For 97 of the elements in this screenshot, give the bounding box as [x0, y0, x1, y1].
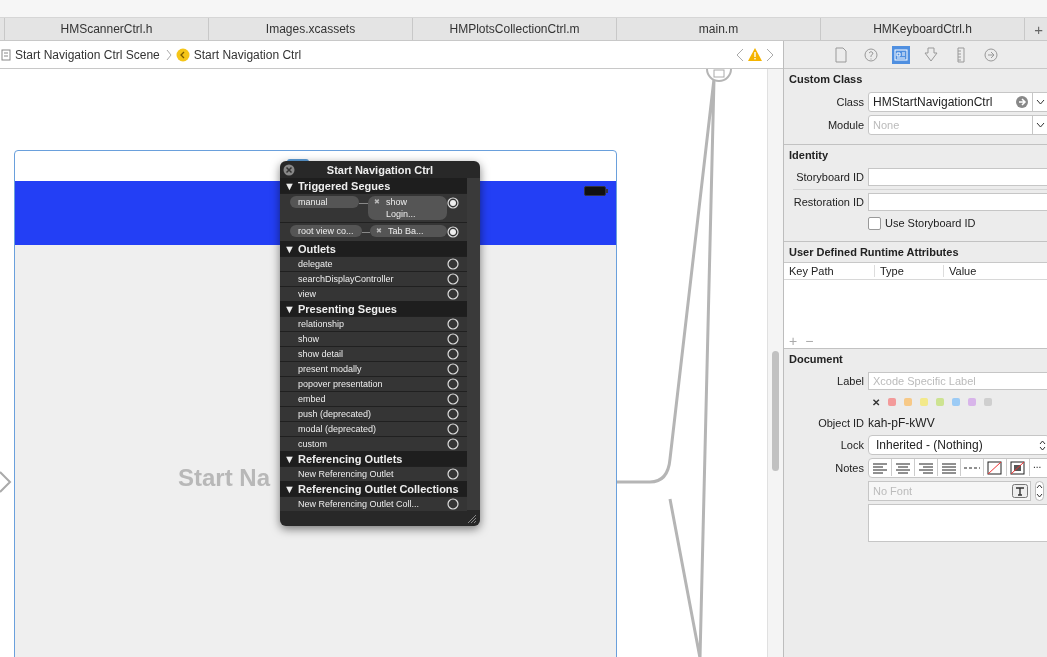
connection-circle[interactable] — [447, 378, 459, 390]
connection-name: view — [298, 289, 317, 299]
scrollbar-thumb[interactable] — [772, 351, 779, 471]
section-title: Document — [788, 353, 844, 367]
segue-source[interactable]: manual — [290, 196, 360, 208]
connection-circle[interactable] — [447, 468, 459, 480]
connection-circle[interactable] — [447, 273, 459, 285]
field-label: Object ID — [817, 417, 864, 429]
close-icon[interactable] — [283, 164, 295, 176]
dashed-line-icon[interactable] — [961, 459, 984, 476]
connection-name: New Referencing Outlet — [298, 469, 395, 479]
field-label: Storyboard ID — [795, 171, 864, 183]
connection-circle[interactable] — [447, 363, 459, 375]
connection-circle[interactable] — [447, 348, 459, 360]
section-title: Custom Class — [788, 73, 864, 87]
object-id-value: kah-pF-kWV — [868, 416, 935, 430]
field-label: Notes — [834, 462, 864, 474]
checkbox[interactable] — [868, 216, 881, 230]
connection-circle[interactable] — [447, 423, 459, 435]
field-label: Class — [835, 96, 864, 108]
section-header[interactable]: ▼ Presenting Segues — [280, 301, 467, 316]
clear-label-button[interactable]: ✕ — [872, 396, 880, 408]
popup-title: Start Navigation Ctrl — [326, 163, 434, 176]
connection-name: delegate — [298, 259, 334, 269]
connection-circle[interactable] — [447, 438, 459, 450]
field-label: Module — [826, 119, 864, 131]
field-label: Restoration ID — [792, 196, 864, 208]
dropdown-icon — [1035, 122, 1045, 128]
section-header[interactable]: ▼ Triggered Segues — [280, 178, 467, 193]
connection-name: embed — [298, 394, 327, 404]
file-tab[interactable]: HMPlotsCollectionCtrl.m — [413, 18, 617, 40]
connection-name: modal (deprecated) — [298, 424, 378, 434]
more-button[interactable]: ... — [1030, 459, 1047, 477]
connection-circle[interactable] — [447, 226, 459, 238]
connection-circle[interactable] — [447, 393, 459, 405]
column-header[interactable]: Value — [944, 265, 982, 277]
connection-circle[interactable] — [447, 288, 459, 300]
section-title: User Defined Runtime Attributes — [788, 246, 960, 260]
label-color-swatch[interactable] — [936, 398, 944, 406]
section-header[interactable]: ▼ Referencing Outlet Collections — [280, 481, 467, 496]
attributes-icon[interactable] — [921, 45, 940, 64]
stepper-arrows-icon — [1039, 439, 1046, 451]
next-issue-icon[interactable] — [766, 47, 774, 62]
label-color-swatch[interactable] — [920, 398, 928, 406]
file-tab[interactable]: main.m — [617, 18, 821, 40]
file-tab[interactable]: HMScannerCtrl.h — [5, 18, 209, 40]
dropdown-icon — [1035, 99, 1045, 105]
resize-grip-icon[interactable] — [468, 515, 476, 523]
connection-name: show — [298, 334, 320, 344]
connection-circle[interactable] — [447, 498, 459, 510]
no-color-icon[interactable] — [984, 459, 1007, 476]
connection-circle[interactable] — [447, 333, 459, 345]
breadcrumb-item[interactable]: Start Navigation Ctrl Scene — [15, 47, 160, 62]
label-field[interactable]: Xcode Specific Label — [868, 372, 1047, 390]
segue-source[interactable]: root view co... — [290, 225, 362, 237]
field-label: Lock — [839, 439, 864, 451]
section-title: Identity — [788, 149, 830, 163]
field-label: Label — [836, 375, 864, 387]
identity-icon[interactable] — [891, 45, 910, 64]
section-header[interactable]: ▼ Referencing Outlets — [280, 451, 467, 466]
storyboard-id-field[interactable] — [868, 168, 1047, 186]
class-combo-box[interactable]: HMStartNavigationCtrl — [868, 92, 1047, 112]
connection-name: custom — [298, 439, 328, 449]
connection-name: searchDisplayController — [298, 274, 395, 284]
label-color-swatch[interactable] — [984, 398, 992, 406]
label-color-swatch[interactable] — [904, 398, 912, 406]
connection-circle[interactable] — [447, 197, 459, 209]
column-header[interactable]: Key Path — [784, 265, 875, 277]
label-color-swatch[interactable] — [952, 398, 960, 406]
help-icon[interactable] — [861, 45, 880, 64]
font-picker-icon[interactable] — [1012, 484, 1028, 498]
connection-name: present modally — [298, 364, 363, 374]
connection-name: show detail — [298, 349, 345, 359]
label-color-swatch[interactable] — [888, 398, 896, 406]
connection-name: push (deprecated) — [298, 409, 373, 419]
breadcrumb-item[interactable]: Start Navigation Ctrl — [193, 47, 302, 62]
previous-issue-icon[interactable] — [736, 47, 744, 62]
lock-popup-button[interactable]: Inherited - (Nothing) — [868, 435, 1047, 455]
stepper-icon[interactable] — [1035, 481, 1044, 501]
battery-icon — [584, 186, 608, 196]
connection-circle[interactable] — [447, 258, 459, 270]
restoration-id-field[interactable] — [868, 193, 1047, 211]
controller-icon — [175, 47, 190, 62]
connection-name: popover presentation — [298, 379, 384, 389]
connection-name: relationship — [298, 319, 346, 329]
warning-icon[interactable] — [748, 48, 762, 61]
label-color-swatch[interactable] — [968, 398, 976, 406]
column-header[interactable]: Type — [875, 265, 944, 277]
checkbox-label: Use Storyboard ID — [885, 217, 976, 229]
connection-circle[interactable] — [447, 318, 459, 330]
scene-icon — [1, 48, 11, 61]
connection-name: New Referencing Outlet Coll... — [298, 499, 421, 509]
connection-circle[interactable] — [447, 408, 459, 420]
section-header[interactable]: ▼ Outlets — [280, 241, 467, 256]
file-tab[interactable]: Images.xcassets — [209, 18, 413, 40]
chevron-icon — [165, 48, 172, 61]
go-arrow-icon[interactable] — [1016, 96, 1028, 108]
